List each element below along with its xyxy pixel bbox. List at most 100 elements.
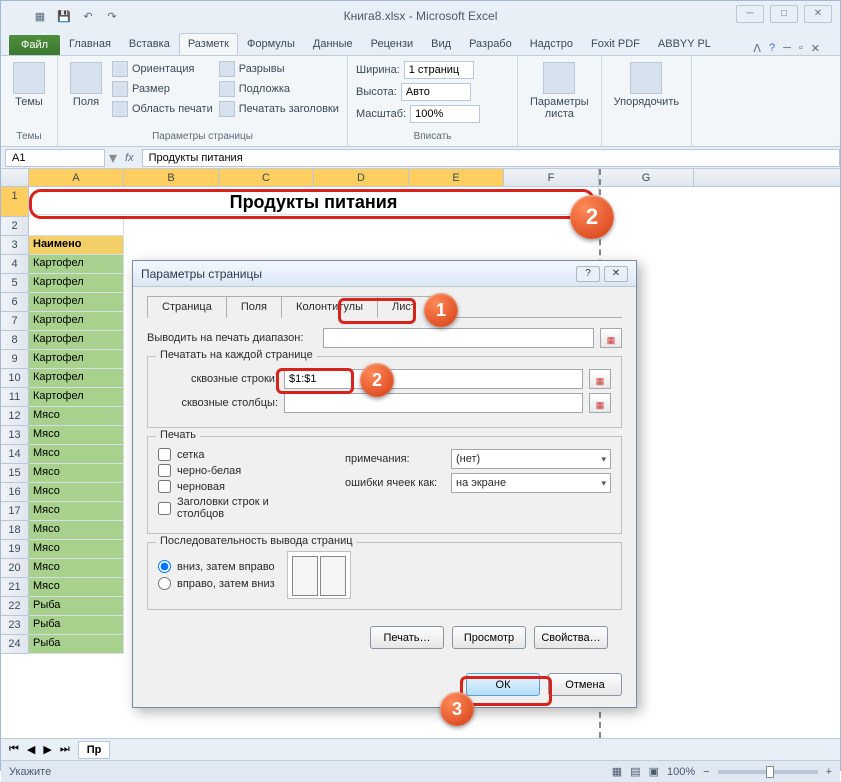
row-header[interactable]: 14 bbox=[1, 445, 29, 464]
dlg-tab-margins[interactable]: Поля bbox=[226, 296, 282, 318]
margins-button[interactable]: Поля bbox=[66, 60, 106, 110]
orientation-button[interactable]: Ориентация bbox=[112, 60, 213, 78]
tab-nav-prev-icon[interactable]: ◀ bbox=[27, 743, 35, 756]
data-cell[interactable]: Мясо bbox=[29, 578, 124, 597]
col-header-C[interactable]: C bbox=[219, 169, 314, 186]
row-header[interactable]: 8 bbox=[1, 331, 29, 350]
dialog-help-button[interactable]: ? bbox=[576, 266, 600, 282]
row-header[interactable]: 2 bbox=[1, 217, 29, 236]
row-header[interactable]: 12 bbox=[1, 407, 29, 426]
data-cell[interactable]: Картофел bbox=[29, 274, 124, 293]
cancel-button[interactable]: Отмена bbox=[548, 673, 622, 696]
data-cell[interactable]: Рыба bbox=[29, 616, 124, 635]
data-cell[interactable]: Мясо bbox=[29, 502, 124, 521]
ribbon-close-icon[interactable]: ✕ bbox=[811, 42, 820, 55]
print-button[interactable]: Печать… bbox=[370, 626, 444, 649]
row-header[interactable]: 23 bbox=[1, 616, 29, 635]
row-header[interactable]: 24 bbox=[1, 635, 29, 654]
tab-addins[interactable]: Надстро bbox=[521, 33, 582, 55]
ribbon-restore-icon[interactable]: ▫ bbox=[799, 42, 803, 55]
data-cell[interactable]: Картофел bbox=[29, 312, 124, 331]
zoom-out-icon[interactable]: − bbox=[703, 766, 709, 778]
redo-icon[interactable]: ↷ bbox=[103, 7, 121, 25]
row-header[interactable]: 9 bbox=[1, 350, 29, 369]
row-header[interactable]: 18 bbox=[1, 521, 29, 540]
row-header[interactable]: 17 bbox=[1, 502, 29, 521]
print-titles-button[interactable]: Печатать заголовки bbox=[219, 100, 339, 118]
title-cell[interactable]: Продукты питания bbox=[29, 187, 599, 215]
row-header[interactable]: 20 bbox=[1, 559, 29, 578]
zoom-thumb[interactable] bbox=[766, 766, 774, 778]
header-cell[interactable]: Наимено bbox=[29, 236, 124, 255]
name-box[interactable] bbox=[5, 149, 105, 167]
formula-input[interactable] bbox=[142, 149, 840, 167]
row-header[interactable]: 7 bbox=[1, 312, 29, 331]
zoom-slider[interactable] bbox=[718, 770, 818, 774]
data-cell[interactable]: Картофел bbox=[29, 369, 124, 388]
row-header[interactable]: 16 bbox=[1, 483, 29, 502]
data-cell[interactable]: Картофел bbox=[29, 293, 124, 312]
save-icon[interactable]: 💾 bbox=[55, 7, 73, 25]
dlg-tab-page[interactable]: Страница bbox=[147, 296, 227, 318]
row-header[interactable]: 19 bbox=[1, 540, 29, 559]
view-normal-icon[interactable]: ▦ bbox=[612, 765, 622, 778]
tab-formulas[interactable]: Формулы bbox=[238, 33, 304, 55]
data-cell[interactable]: Рыба bbox=[29, 597, 124, 616]
data-cell[interactable]: Картофел bbox=[29, 388, 124, 407]
height-input[interactable] bbox=[401, 83, 471, 101]
data-cell[interactable]: Рыба bbox=[29, 635, 124, 654]
tab-nav-last-icon[interactable]: ⏭ bbox=[60, 743, 70, 756]
file-tab[interactable]: Файл bbox=[9, 35, 60, 55]
dlg-tab-headerfooter[interactable]: Колонтитулы bbox=[281, 296, 378, 318]
order-over-radio[interactable]: вправо, затем вниз bbox=[158, 577, 275, 590]
headings-checkbox[interactable]: Заголовки строк и столбцов bbox=[158, 496, 315, 520]
print-range-picker-button[interactable]: ▦ bbox=[600, 328, 622, 348]
width-input[interactable] bbox=[404, 61, 474, 79]
tab-nav-first-icon[interactable]: ⏮ bbox=[9, 743, 19, 756]
data-cell[interactable]: Мясо bbox=[29, 483, 124, 502]
close-button[interactable]: ✕ bbox=[804, 5, 832, 23]
col-header-A[interactable]: A bbox=[29, 169, 124, 186]
row-header[interactable]: 10 bbox=[1, 369, 29, 388]
errors-combo[interactable]: на экране bbox=[451, 473, 611, 493]
dialog-close-button[interactable]: ✕ bbox=[604, 266, 628, 282]
tab-foxit[interactable]: Foxit PDF bbox=[582, 33, 649, 55]
sheet-params-button[interactable]: Параметры листа bbox=[526, 60, 593, 122]
collapse-ribbon-icon[interactable]: ᐱ bbox=[753, 42, 761, 55]
row-header[interactable]: 1 bbox=[1, 187, 29, 217]
data-cell[interactable]: Мясо bbox=[29, 540, 124, 559]
data-cell[interactable]: Мясо bbox=[29, 407, 124, 426]
row-header[interactable]: 3 bbox=[1, 236, 29, 255]
tab-data[interactable]: Данные bbox=[304, 33, 362, 55]
data-cell[interactable]: Мясо bbox=[29, 445, 124, 464]
comments-combo[interactable]: (нет) bbox=[451, 449, 611, 469]
gridlines-checkbox[interactable]: сетка bbox=[158, 448, 315, 461]
tab-view[interactable]: Вид bbox=[422, 33, 460, 55]
row-header[interactable]: 11 bbox=[1, 388, 29, 407]
select-all-corner[interactable] bbox=[1, 169, 29, 186]
tab-insert[interactable]: Вставка bbox=[120, 33, 179, 55]
tab-nav-next-icon[interactable]: ▶ bbox=[43, 743, 51, 756]
row-header[interactable]: 6 bbox=[1, 293, 29, 312]
tab-page-layout[interactable]: Разметк bbox=[179, 33, 238, 55]
dlg-tab-sheet[interactable]: Лист bbox=[377, 296, 431, 318]
data-cell[interactable]: Мясо bbox=[29, 521, 124, 540]
col-header-D[interactable]: D bbox=[314, 169, 409, 186]
bw-checkbox[interactable]: черно-белая bbox=[158, 464, 315, 477]
ribbon-min-icon[interactable]: ─ bbox=[783, 42, 791, 55]
data-cell[interactable]: Картофел bbox=[29, 350, 124, 369]
row-header[interactable]: 22 bbox=[1, 597, 29, 616]
data-cell[interactable]: Мясо bbox=[29, 464, 124, 483]
size-button[interactable]: Размер bbox=[112, 80, 213, 98]
view-break-icon[interactable]: ▣ bbox=[649, 765, 659, 778]
print-range-input[interactable] bbox=[323, 328, 594, 348]
zoom-in-icon[interactable]: + bbox=[826, 766, 832, 778]
tab-review[interactable]: Рецензи bbox=[362, 33, 423, 55]
maximize-button[interactable]: □ bbox=[770, 5, 798, 23]
row-header[interactable]: 13 bbox=[1, 426, 29, 445]
data-cell[interactable]: Картофел bbox=[29, 255, 124, 274]
empty-cell[interactable] bbox=[29, 217, 124, 236]
ok-button[interactable]: ОК bbox=[466, 673, 540, 696]
row-header[interactable]: 15 bbox=[1, 464, 29, 483]
rows-repeat-input[interactable] bbox=[284, 369, 583, 389]
